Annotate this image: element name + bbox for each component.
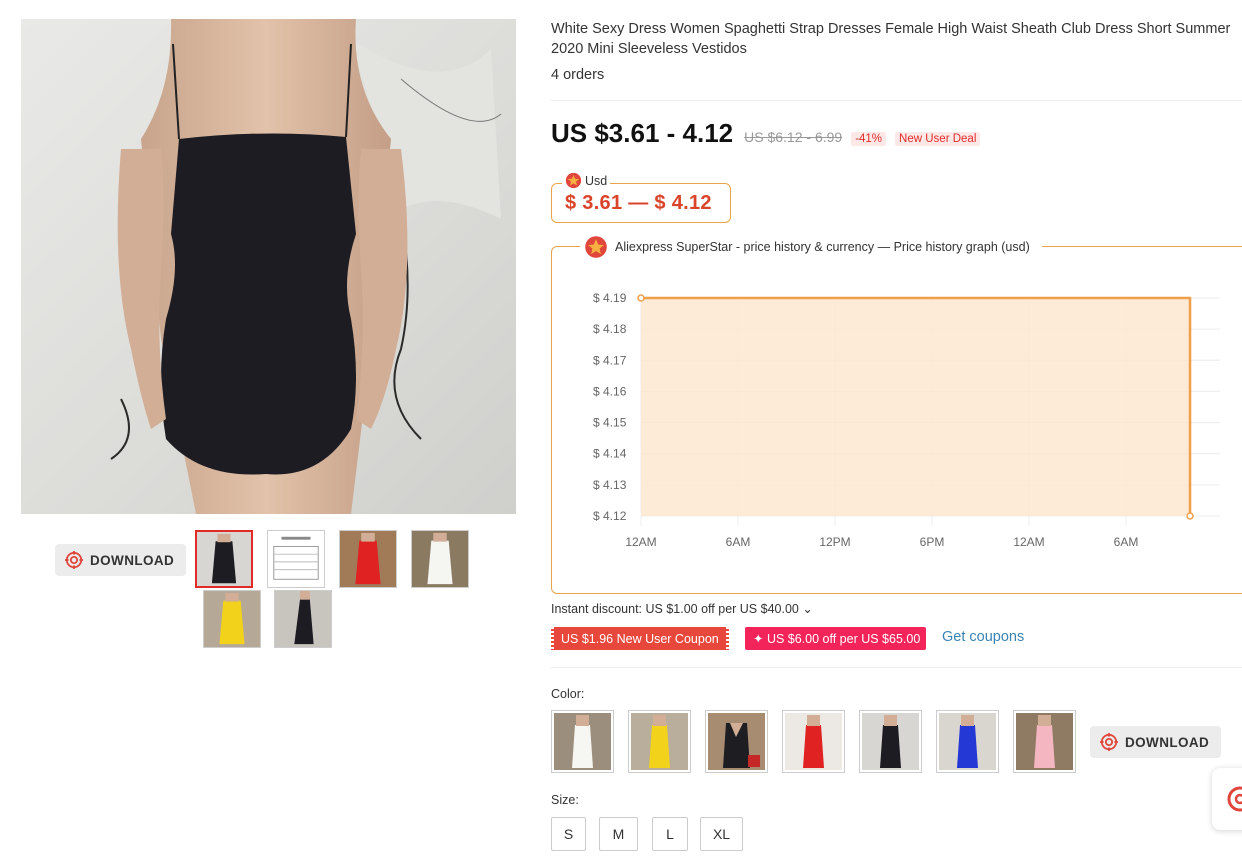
size-label: Size: (551, 793, 579, 807)
instant-discount[interactable]: Instant discount: US $1.00 off per US $4… (551, 601, 813, 616)
superstar-icon (565, 172, 582, 189)
divider (551, 100, 1242, 101)
thumbnail-black[interactable] (195, 530, 253, 588)
download-button[interactable]: DOWNLOAD (1090, 726, 1222, 758)
price-history-legend: Aliexpress SuperStar - price history & c… (580, 235, 1042, 259)
x-tick-label: 12AM (1013, 535, 1044, 549)
x-tick-label: 6AM (726, 535, 751, 549)
download-label: DOWNLOAD (90, 552, 175, 568)
x-tick-label: 12AM (625, 535, 656, 549)
orders-count: 4 orders (551, 67, 605, 83)
x-tick-label: 6AM (1114, 535, 1139, 549)
y-tick-label: $ 4.12 (593, 509, 627, 523)
color-swatch-black[interactable] (859, 710, 922, 773)
y-tick-label: $ 4.16 (593, 384, 627, 398)
new-user-coupon[interactable]: US $1.96 New User Coupon (551, 627, 729, 650)
superstar-icon (585, 236, 607, 258)
thumbnail-red[interactable] (339, 530, 397, 588)
divider (551, 667, 1242, 668)
original-price: US $6.12 - 6.99 (744, 129, 843, 145)
product-title: White Sexy Dress Women Spaghetti Strap D… (551, 21, 1231, 57)
x-tick-label: 12PM (819, 535, 850, 549)
target-icon (65, 551, 83, 569)
size-option-xl[interactable]: XL (700, 817, 743, 851)
size-option-l[interactable]: L (652, 817, 688, 851)
product-main-image[interactable] (21, 19, 516, 514)
floating-tool-button[interactable] (1212, 768, 1242, 830)
currency-code: Usd (585, 173, 608, 188)
color-swatch-pink[interactable] (1013, 710, 1076, 773)
thumbnail-yellow[interactable] (203, 590, 261, 648)
target-icon (1227, 786, 1242, 812)
price-history-chart: $ 4.19 $ 4.18 $ 4.17 $ 4.16 $ 4.15 $ 4.14 $ 4.… (593, 291, 1220, 549)
target-icon (1100, 733, 1118, 751)
currency-legend: Usd (562, 172, 611, 189)
price-history-title: Aliexpress SuperStar - price history & c… (615, 240, 1030, 254)
thumbnail-size-chart[interactable] (267, 530, 325, 588)
download-button[interactable]: DOWNLOAD (55, 544, 187, 576)
y-tick-label: $ 4.15 (593, 416, 627, 430)
thumbnail-white[interactable] (411, 530, 469, 588)
get-coupons-link[interactable]: Get coupons (942, 629, 1024, 645)
color-swatch-blue[interactable] (936, 710, 999, 773)
color-swatch-white[interactable] (551, 710, 614, 773)
y-tick-label: $ 4.13 (593, 478, 627, 492)
currency-price-range: $ 3.61 — $ 4.12 (565, 192, 712, 214)
y-tick-label: $ 4.17 (593, 353, 627, 367)
color-swatch-black-v[interactable] (705, 710, 768, 773)
y-tick-label: $ 4.14 (593, 447, 627, 461)
y-tick-label: $ 4.18 (593, 322, 627, 336)
size-option-s[interactable]: S (551, 817, 586, 851)
current-price: US $3.61 - 4.12 (551, 118, 734, 148)
discount-badge: -41% (851, 132, 887, 146)
price-point (637, 294, 645, 302)
price-row: US $3.61 - 4.12 US $6.12 - 6.99 -41% New… (551, 118, 981, 149)
size-option-m[interactable]: M (599, 817, 638, 851)
color-swatch-yellow[interactable] (628, 710, 691, 773)
x-tick-label: 6PM (920, 535, 945, 549)
store-coupon[interactable]: ✦ US $6.00 off per US $65.00 (745, 627, 927, 650)
thumbnail-black-side[interactable] (274, 590, 332, 648)
color-label: Color: (551, 687, 585, 701)
new-user-deal-badge: New User Deal (895, 132, 981, 146)
download-label: DOWNLOAD (1125, 734, 1210, 750)
y-tick-label: $ 4.19 (593, 291, 627, 305)
color-swatch-red[interactable] (782, 710, 845, 773)
price-point (1186, 512, 1194, 520)
price-area (641, 298, 1191, 516)
